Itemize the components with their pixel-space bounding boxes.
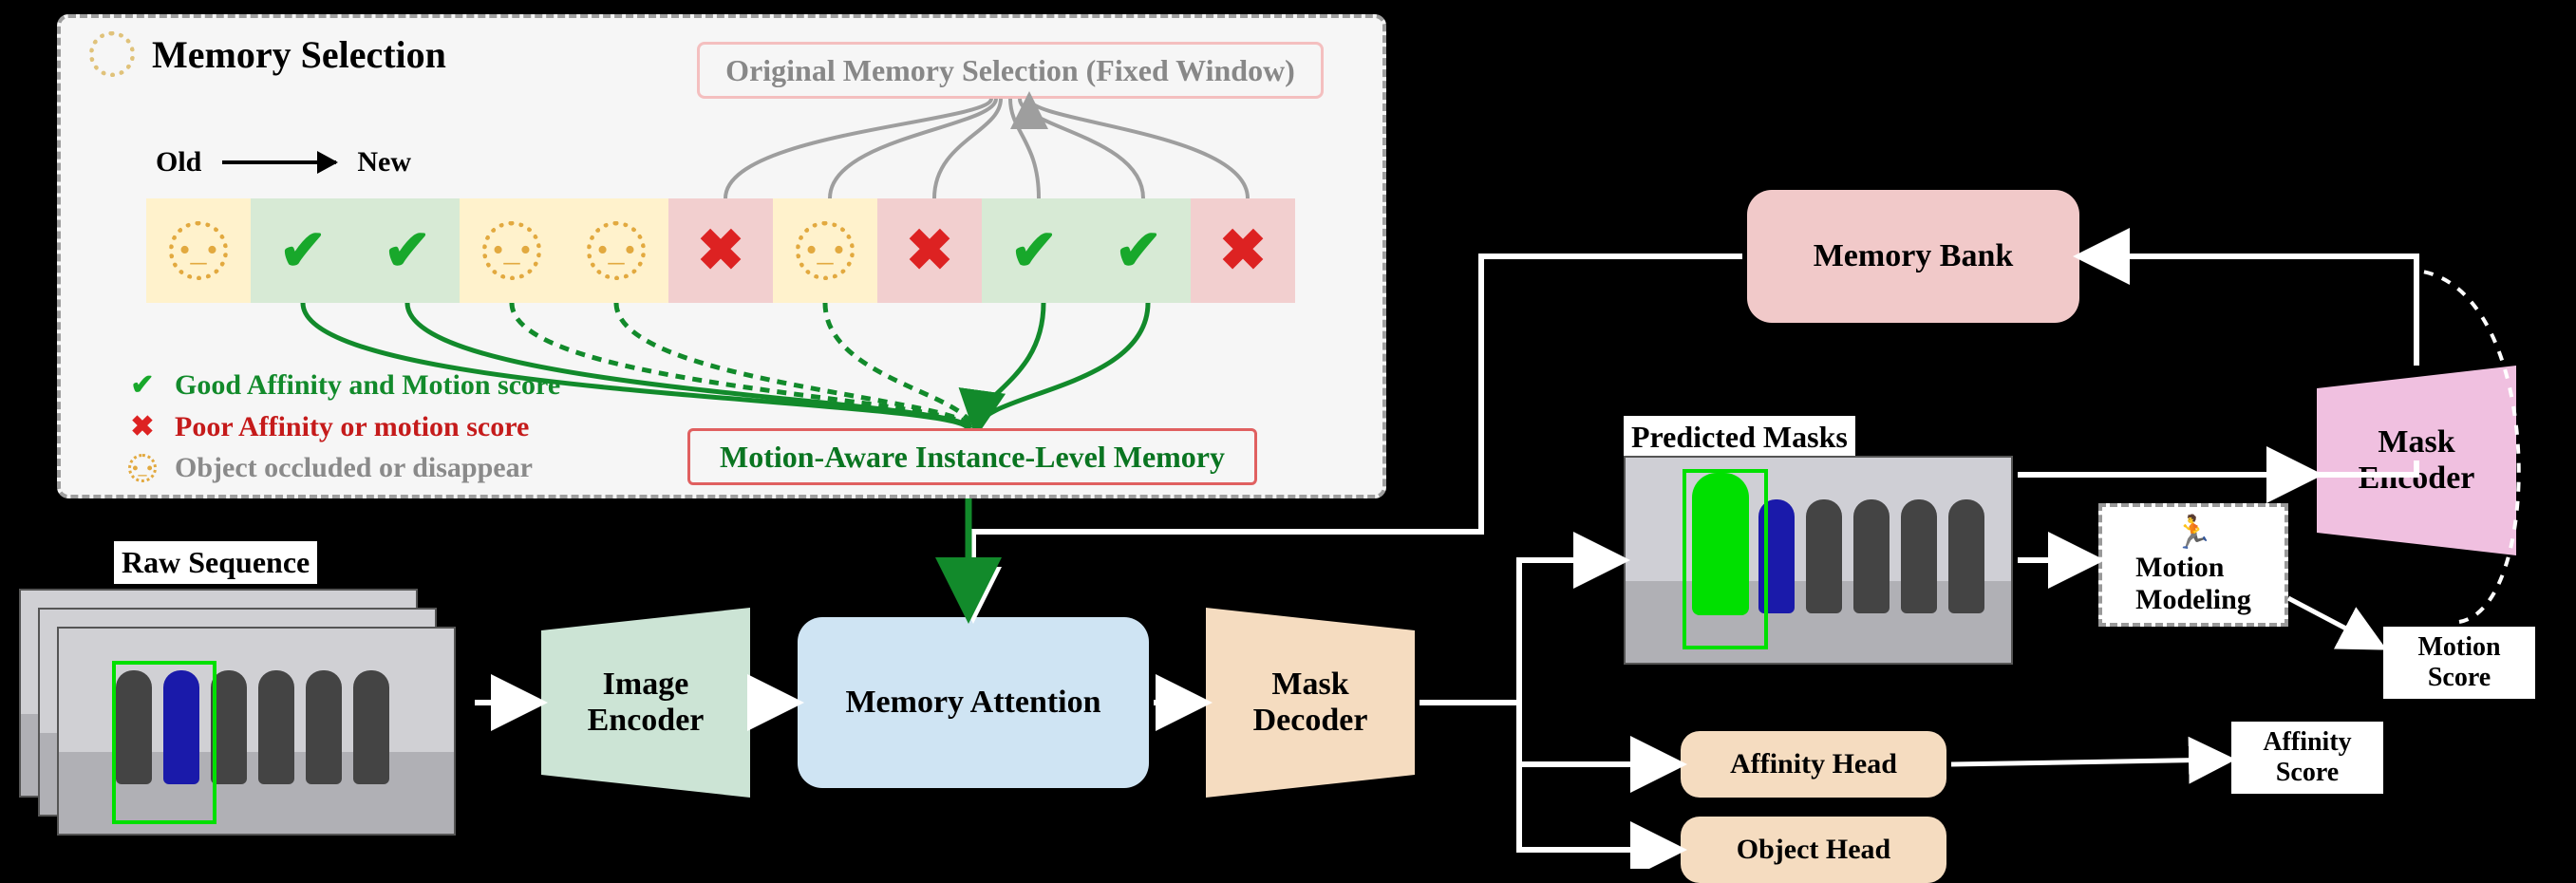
affinity-head-block: Affinity Head xyxy=(1681,731,1946,798)
object-head-label: Object Head xyxy=(1737,834,1890,866)
motion-modeling-label: Motion Modeling xyxy=(2135,552,2251,616)
motion-score-tag: Motion Score xyxy=(2383,627,2535,699)
check-icon: ✔ xyxy=(279,217,327,284)
legend-row-good: ✔ Good Affinity and Motion score xyxy=(127,365,560,406)
raw-frame-thumb xyxy=(57,627,456,836)
cross-icon: ✖ xyxy=(127,411,158,442)
memory-frame-cell: •_• xyxy=(564,198,668,303)
memory-frame-cell: ✖ xyxy=(668,198,773,303)
motion-aware-memory-box: Motion-Aware Instance-Level Memory xyxy=(687,428,1257,485)
memory-frame-cell: ✔ xyxy=(1086,198,1191,303)
memory-frame-cell: •_• xyxy=(460,198,564,303)
memory-selection-title-text: Memory Selection xyxy=(152,32,446,77)
original-memory-selection-label: Original Memory Selection (Fixed Window) xyxy=(725,53,1295,88)
arrow-right-icon xyxy=(222,160,336,164)
memory-selection-panel: Memory Selection Original Memory Selecti… xyxy=(57,14,1386,498)
memory-frame-cell: ✖ xyxy=(1191,198,1295,303)
image-encoder-block: Image Encoder xyxy=(541,608,750,798)
motion-aware-memory-label: Motion-Aware Instance-Level Memory xyxy=(720,440,1225,475)
runner-icon xyxy=(2173,514,2213,552)
legend-row-occluded: •_• Object occluded or disappear xyxy=(127,447,560,489)
memory-legend: ✔ Good Affinity and Motion score ✖ Poor … xyxy=(127,365,560,489)
motion-modeling-block: Motion Modeling xyxy=(2098,503,2288,627)
cross-icon: ✖ xyxy=(1219,217,1267,284)
old-label: Old xyxy=(156,146,201,178)
affinity-score-tag: Affinity Score xyxy=(2231,722,2383,794)
neutral-face-icon: •_• xyxy=(587,221,646,280)
original-memory-selection-box: Original Memory Selection (Fixed Window) xyxy=(697,42,1324,99)
memory-attention-block: Memory Attention xyxy=(798,617,1149,788)
predicted-masks-label: Predicted Masks xyxy=(1624,416,1855,459)
check-icon: ✔ xyxy=(127,370,158,401)
mask-decoder-label: Mask Decoder xyxy=(1253,667,1368,739)
bounding-box-icon xyxy=(1683,469,1768,649)
mask-decoder-block: Mask Decoder xyxy=(1206,608,1415,798)
memory-frame-cell: ✔ xyxy=(251,198,355,303)
gear-icon xyxy=(89,31,135,77)
memory-frame-cell: ✖ xyxy=(877,198,982,303)
bounding-box-icon xyxy=(112,661,216,824)
check-icon: ✔ xyxy=(1010,217,1058,284)
legend-good-text: Good Affinity and Motion score xyxy=(175,365,560,406)
memory-attention-label: Memory Attention xyxy=(845,685,1100,721)
check-icon: ✔ xyxy=(384,217,431,284)
object-head-block: Object Head xyxy=(1681,817,1946,883)
motion-score-label: Motion Score xyxy=(2417,632,2500,692)
cross-icon: ✖ xyxy=(697,217,744,284)
check-icon: ✔ xyxy=(1115,217,1162,284)
old-new-axis: Old New xyxy=(156,146,411,178)
cross-icon: ✖ xyxy=(906,217,953,284)
raw-sequence-thumbnails xyxy=(19,589,465,826)
memory-frame-cell: •_• xyxy=(146,198,251,303)
memory-bank-block: Memory Bank xyxy=(1747,190,2079,323)
affinity-head-label: Affinity Head xyxy=(1730,748,1897,780)
memory-frame-cell: ✔ xyxy=(982,198,1086,303)
legend-occluded-text: Object occluded or disappear xyxy=(175,447,533,489)
mask-encoder-block: Mask Encoder xyxy=(2317,366,2516,555)
neutral-face-icon: •_• xyxy=(482,221,541,280)
predicted-masks-thumbnail xyxy=(1624,456,2013,665)
memory-selection-title: Memory Selection xyxy=(89,31,446,77)
raw-sequence-label: Raw Sequence xyxy=(114,541,317,584)
image-encoder-label: Image Encoder xyxy=(588,667,705,739)
neutral-face-icon: •_• xyxy=(796,221,855,280)
memory-frame-cell: ✔ xyxy=(355,198,460,303)
memory-bank-label: Memory Bank xyxy=(1814,238,2014,274)
neutral-face-icon: •_• xyxy=(127,453,158,483)
legend-bad-text: Poor Affinity or motion score xyxy=(175,406,529,448)
neutral-face-icon: •_• xyxy=(169,221,228,280)
legend-row-bad: ✖ Poor Affinity or motion score xyxy=(127,406,560,448)
new-label: New xyxy=(357,146,411,178)
mask-encoder-label: Mask Encoder xyxy=(2359,424,2475,497)
affinity-score-label: Affinity Score xyxy=(2263,727,2351,787)
memory-frame-cell: •_• xyxy=(773,198,877,303)
memory-frames-row: •_• ✔ ✔ •_• •_• ✖ •_• ✖ ✔ ✔ ✖ xyxy=(146,198,1295,303)
